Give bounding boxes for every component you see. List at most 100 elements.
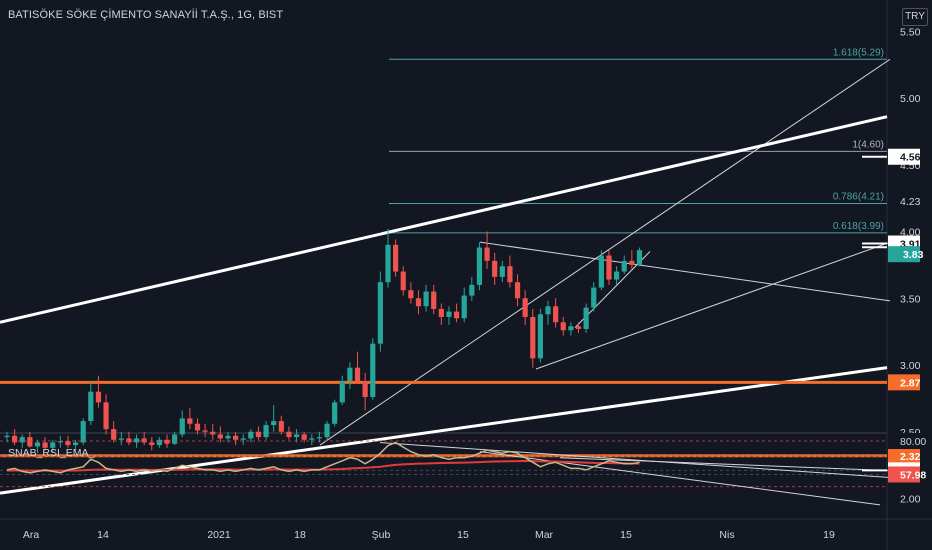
candle-body <box>72 442 79 446</box>
x-tick-label: 14 <box>97 529 109 541</box>
candle-body <box>324 423 330 438</box>
candle-body <box>27 437 33 447</box>
candle-body <box>65 441 71 446</box>
candle-body <box>408 290 414 299</box>
candle-body <box>415 298 422 307</box>
candle-body <box>95 391 102 403</box>
candle-body <box>80 421 86 443</box>
y-tick-label: 3.50 <box>900 293 921 305</box>
y-tick-label: 3.00 <box>900 360 921 372</box>
y-tick-label: 5.50 <box>900 26 921 38</box>
candle-body <box>560 322 566 331</box>
candle-body <box>88 391 94 422</box>
candle-body <box>537 314 543 359</box>
candle-body <box>636 250 643 265</box>
candle-body <box>469 284 475 296</box>
candle-body <box>598 255 604 288</box>
candle-body <box>423 291 429 307</box>
candle-body <box>362 381 368 398</box>
candle-body <box>629 260 635 265</box>
candle-body <box>286 431 292 438</box>
candle-body <box>606 255 612 280</box>
price-tag-label: 80.00 <box>900 436 926 448</box>
candle-body <box>141 438 147 443</box>
chart-canvas[interactable]: 5.505.004.504.003.503.002.502.001.50Ara1… <box>0 0 932 550</box>
candle-body <box>309 438 315 440</box>
candle-body <box>271 421 277 426</box>
candle-body <box>347 367 353 382</box>
candle-body <box>34 442 41 447</box>
candle-body <box>583 307 589 329</box>
candle-body <box>133 438 140 443</box>
candle-body <box>240 438 246 440</box>
candle-body <box>202 430 208 432</box>
candle-body <box>591 287 597 308</box>
price-tag-label: 2.87 <box>900 377 921 389</box>
candle-body <box>370 343 376 398</box>
x-tick-label: 15 <box>620 529 632 541</box>
candle-body <box>217 434 223 439</box>
currency-badge[interactable]: TRY <box>902 8 928 26</box>
candle-body <box>263 425 269 438</box>
candle-body <box>575 326 582 329</box>
candle-body <box>293 434 300 438</box>
candle-body <box>19 437 25 443</box>
candle-body <box>461 295 467 319</box>
y-tick-label: 2.00 <box>900 494 921 506</box>
candle-body <box>149 442 155 446</box>
y-tick-label: 5.00 <box>900 93 921 105</box>
candle-body <box>103 402 109 430</box>
candle-body <box>179 418 185 435</box>
candle-body <box>476 247 483 285</box>
candle-body <box>393 244 399 272</box>
candle-body <box>248 431 254 439</box>
candle-body <box>316 437 323 439</box>
x-tick-label: 15 <box>457 529 469 541</box>
candle-body <box>484 247 490 261</box>
candle-body <box>194 423 201 431</box>
candle-body <box>492 260 498 277</box>
candle-body <box>126 438 132 443</box>
fib-level-label: 1.618(5.29) <box>833 47 884 58</box>
candle-body <box>339 381 345 403</box>
candle-body <box>499 266 505 277</box>
candle-body <box>301 434 307 440</box>
price-tag-label: 3.83 <box>903 249 924 261</box>
candle-body <box>400 271 406 291</box>
candle-body <box>514 282 521 299</box>
x-tick-label: Şub <box>372 529 391 541</box>
indicator-title: SNAB_RSI_EMA_ <box>8 447 95 459</box>
candle-body <box>118 438 124 440</box>
candle-body <box>507 266 513 283</box>
candle-body <box>385 244 391 283</box>
x-tick-label: Ara <box>23 529 40 541</box>
candle-body <box>446 311 452 317</box>
candle-body <box>172 434 178 444</box>
candle-body <box>621 260 627 272</box>
candle-body <box>278 421 284 432</box>
fib-level-label: 0.786(4.21) <box>833 191 884 202</box>
price-tag-label: 4.56 <box>900 152 921 164</box>
candle-body <box>164 439 170 444</box>
x-tick-label: 2021 <box>207 529 231 541</box>
candle-body <box>4 435 10 438</box>
candle-body <box>530 316 536 359</box>
fib-level-label: 1(4.60) <box>852 139 884 150</box>
price-tag-label: 4.23 <box>900 196 921 208</box>
candle-body <box>225 435 231 439</box>
x-tick-label: 18 <box>294 529 306 541</box>
chart-title: BATISÖKE SÖKE ÇİMENTO SANAYİİ T.A.Ş., 1G… <box>8 9 284 21</box>
pane-separator <box>0 432 887 434</box>
candle-body <box>522 298 528 317</box>
candle-body <box>553 306 559 323</box>
candle-body <box>210 431 216 435</box>
candle-body <box>431 291 437 309</box>
x-tick-label: 19 <box>823 529 835 541</box>
candle-body <box>377 282 383 344</box>
price-tag-label: 2.32 <box>900 451 921 463</box>
price-tag-label: 57.98 <box>900 469 926 481</box>
candle-body <box>614 271 620 280</box>
candle-body <box>545 306 551 315</box>
chart-background <box>0 0 932 550</box>
candle-body <box>438 308 444 317</box>
